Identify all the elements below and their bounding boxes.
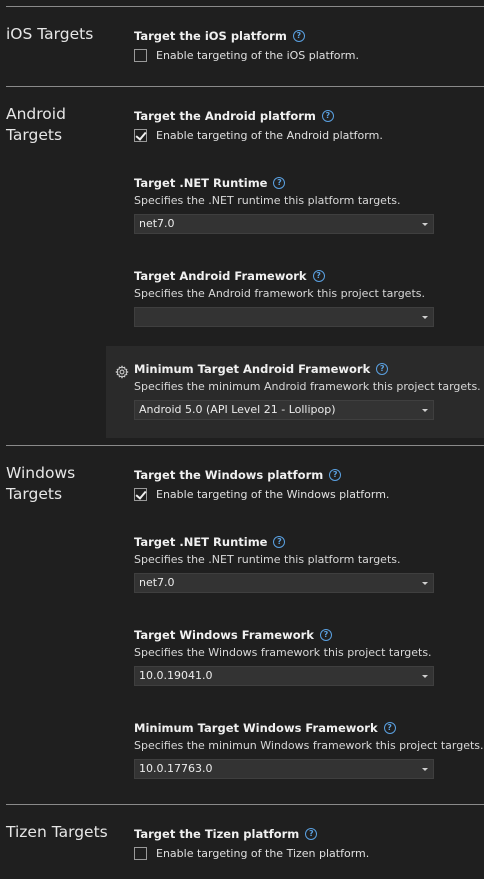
windows-section-title-line1: Windows [6, 464, 76, 482]
windows-platform-checkbox-label: Enable targeting of the Windows platform… [156, 487, 390, 501]
help-circle-icon[interactable]: ? [319, 629, 332, 641]
android-framework-dropdown[interactable] [134, 307, 434, 327]
windows-runtime-property: Target .NET Runtime ? Specifies the .NET… [134, 533, 484, 593]
windows-platform-title-text: Target the Windows platform [134, 468, 324, 482]
help-circle-icon[interactable]: ? [273, 177, 286, 189]
windows-min-framework-property: Minimum Target Windows Framework ? Speci… [134, 719, 484, 779]
ios-platform-title-text: Target the iOS platform [134, 29, 287, 43]
chevron-down-icon [422, 316, 428, 319]
chevron-down-icon [422, 582, 428, 585]
windows-framework-description: Specifies the Windows framework this pro… [134, 646, 432, 659]
help-circle-icon[interactable]: ? [329, 469, 342, 481]
android-platform-title: Target the Android platform ? [134, 107, 484, 125]
android-min-framework-title-text: Minimum Target Android Framework [134, 362, 371, 376]
android-platform-property: Target the Android platform ? Enable tar… [134, 107, 484, 145]
android-min-framework-description: Specifies the minimum Android framework … [134, 380, 481, 393]
android-platform-checkbox[interactable] [134, 128, 147, 142]
windows-runtime-title-text: Target .NET Runtime [134, 535, 268, 549]
help-circle-icon[interactable]: ? [376, 363, 389, 375]
windows-platform-checkbox-row[interactable]: Enable targeting of the Windows platform… [134, 484, 484, 504]
ios-platform-checkbox-row[interactable]: Enable targeting of the iOS platform. [134, 45, 484, 65]
ios-platform-checkbox-label: Enable targeting of the iOS platform. [156, 48, 359, 62]
tizen-platform-title-text: Target the Tizen platform [134, 827, 300, 841]
android-runtime-description: Specifies the .NET runtime this platform… [134, 194, 401, 207]
section-divider [6, 86, 484, 87]
help-circle-icon[interactable]: ? [383, 722, 396, 734]
android-min-framework-property: Minimum Target Android Framework ? Speci… [134, 360, 484, 420]
ios-platform-title: Target the iOS platform ? [134, 27, 484, 45]
help-circle-icon[interactable]: ? [305, 828, 318, 840]
chevron-down-icon [422, 223, 428, 226]
chevron-down-icon [422, 768, 428, 771]
help-circle-icon[interactable]: ? [312, 270, 325, 282]
tizen-platform-checkbox[interactable] [134, 846, 147, 860]
android-min-framework-title: Minimum Target Android Framework ? [134, 360, 484, 378]
windows-section-title: Windows Targets [6, 463, 106, 505]
windows-section-title-line2: Targets [6, 485, 63, 503]
windows-min-framework-description: Specifies the minimun Windows framework … [134, 739, 484, 752]
android-min-framework-dropdown-value: Android 5.0 (API Level 21 - Lollipop) [139, 403, 336, 416]
android-runtime-dropdown-value: net7.0 [139, 217, 175, 230]
windows-platform-property: Target the Windows platform ? Enable tar… [134, 466, 484, 504]
android-framework-description: Specifies the Android framework this pro… [134, 287, 425, 300]
windows-framework-property: Target Windows Framework ? Specifies the… [134, 626, 484, 686]
windows-min-framework-dropdown[interactable]: 10.0.17763.0 [134, 759, 434, 779]
android-platform-checkbox-row[interactable]: Enable targeting of the Android platform… [134, 125, 484, 145]
windows-platform-checkbox[interactable] [134, 487, 147, 501]
android-runtime-property: Target .NET Runtime ? Specifies the .NET… [134, 174, 484, 234]
chevron-down-icon [422, 409, 428, 412]
section-divider [6, 804, 484, 805]
tizen-platform-checkbox-label: Enable targeting of the Tizen platform. [156, 846, 370, 860]
windows-framework-dropdown[interactable]: 10.0.19041.0 [134, 666, 434, 686]
tizen-platform-checkbox-row[interactable]: Enable targeting of the Tizen platform. [134, 843, 484, 863]
windows-min-framework-dropdown-value: 10.0.17763.0 [139, 762, 213, 775]
android-platform-title-text: Target the Android platform [134, 109, 316, 123]
chevron-down-icon [422, 675, 428, 678]
android-framework-property: Target Android Framework ? Specifies the… [134, 267, 484, 327]
windows-runtime-description: Specifies the .NET runtime this platform… [134, 553, 401, 566]
help-circle-icon[interactable]: ? [321, 110, 334, 122]
windows-framework-title: Target Windows Framework ? [134, 626, 484, 644]
section-divider [6, 445, 484, 446]
ios-section-title: iOS Targets [6, 25, 94, 43]
tizen-platform-title: Target the Tizen platform ? [134, 825, 484, 843]
android-framework-title-text: Target Android Framework [134, 269, 307, 283]
tizen-section-title: Tizen Targets [6, 823, 108, 841]
android-min-framework-dropdown[interactable]: Android 5.0 (API Level 21 - Lollipop) [134, 400, 434, 420]
android-runtime-title-text: Target .NET Runtime [134, 176, 268, 190]
android-section-title: Android Targets [6, 104, 106, 146]
windows-runtime-title: Target .NET Runtime ? [134, 533, 484, 551]
windows-runtime-dropdown-value: net7.0 [139, 576, 175, 589]
windows-runtime-dropdown[interactable]: net7.0 [134, 573, 434, 593]
ios-platform-property: Target the iOS platform ? Enable targeti… [134, 27, 484, 65]
android-runtime-title: Target .NET Runtime ? [134, 174, 484, 192]
android-platform-checkbox-label: Enable targeting of the Android platform… [156, 128, 383, 142]
android-framework-title: Target Android Framework ? [134, 267, 484, 285]
gear-icon[interactable] [115, 365, 129, 379]
windows-platform-title: Target the Windows platform ? [134, 466, 484, 484]
android-runtime-dropdown[interactable]: net7.0 [134, 214, 434, 234]
windows-min-framework-title-text: Minimum Target Windows Framework [134, 721, 378, 735]
android-section-title-line1: Android [6, 105, 66, 123]
help-circle-icon[interactable]: ? [273, 536, 286, 548]
help-circle-icon[interactable]: ? [292, 30, 305, 42]
android-section-title-line2: Targets [6, 126, 63, 144]
ios-platform-checkbox[interactable] [134, 48, 147, 62]
windows-framework-title-text: Target Windows Framework [134, 628, 314, 642]
section-divider [6, 6, 484, 7]
tizen-platform-property: Target the Tizen platform ? Enable targe… [134, 825, 484, 863]
windows-framework-dropdown-value: 10.0.19041.0 [139, 669, 213, 682]
windows-min-framework-title: Minimum Target Windows Framework ? [134, 719, 484, 737]
